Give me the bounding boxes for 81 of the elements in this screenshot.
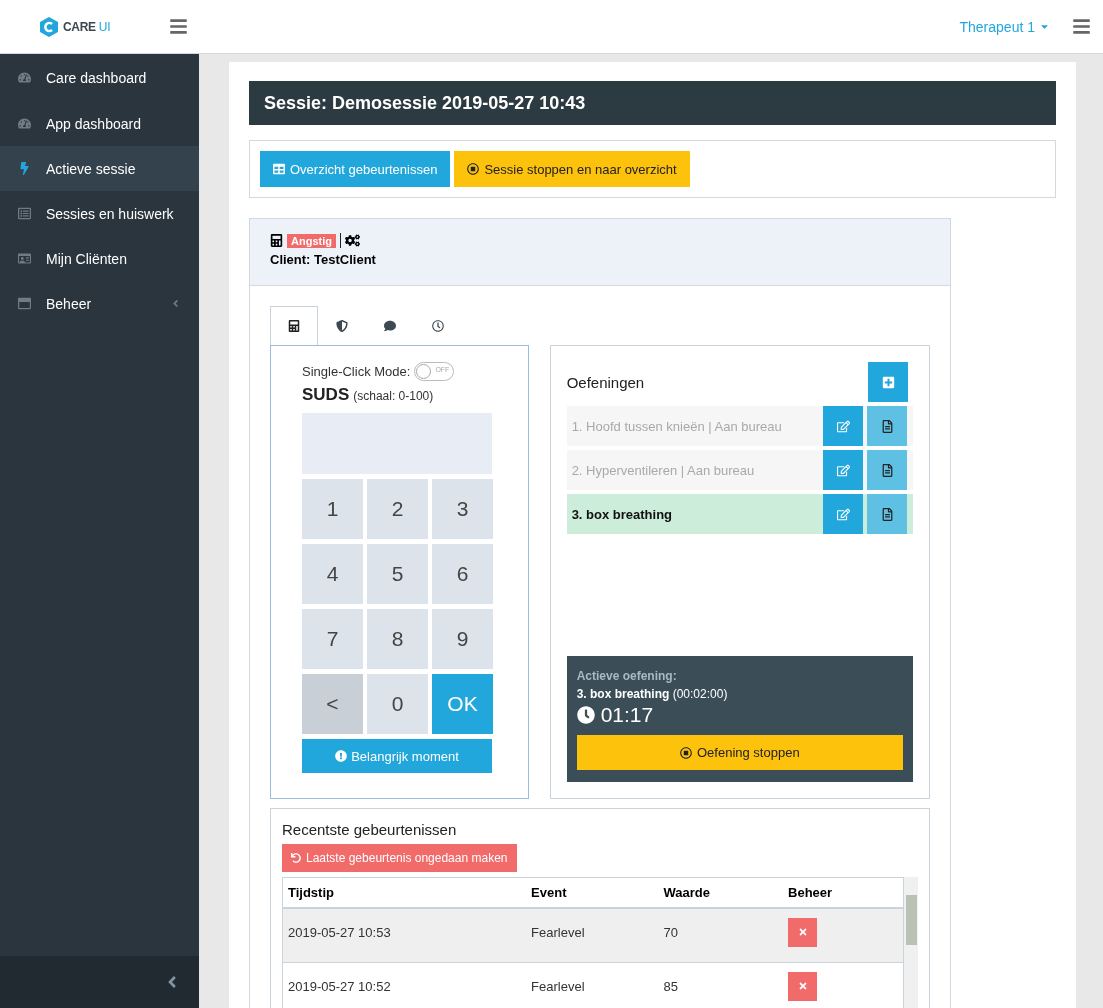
events-title: Recentste gebeurtenissen: [282, 821, 458, 838]
delete-button[interactable]: [788, 917, 818, 947]
column-header: Tijdstip: [282, 877, 527, 908]
sidebar-item[interactable]: Actieve sessie: [0, 146, 199, 191]
document-icon: [880, 507, 894, 521]
comment-icon: [384, 320, 396, 332]
suds-title: SUDS: [302, 385, 350, 405]
input-field[interactable]: [302, 413, 492, 474]
exercises-title: Oefeningen: [566, 373, 645, 391]
status-tag: Angstig: [287, 233, 336, 248]
id-card-icon: [18, 252, 31, 265]
timer: 01:17: [600, 703, 654, 727]
edit-icon: [836, 419, 850, 433]
digit-key[interactable]: 9: [432, 609, 493, 669]
add-button[interactable]: [868, 362, 908, 402]
exclamation-icon: [335, 750, 348, 762]
sidebar-item[interactable]: Beheer: [0, 281, 199, 326]
toggle-label: Single-Click Mode:: [302, 364, 411, 379]
sidebar-item[interactable]: Mijn Cliënten: [0, 236, 199, 281]
stop-session-button[interactable]: Sessie stoppen en naar overzicht: [454, 151, 690, 187]
calculator-icon: [288, 320, 300, 332]
document-icon: [880, 419, 894, 433]
digit-key[interactable]: 8: [367, 609, 428, 669]
table-cell: 2019-05-27 10:53: [282, 907, 527, 962]
table-cell: Fearlevel: [526, 907, 659, 962]
stop-exercise-button[interactable]: Oefening stoppen: [576, 735, 903, 770]
close-icon: [797, 927, 808, 937]
window-icon: [18, 297, 31, 310]
document-icon: [880, 463, 894, 477]
menu-button[interactable]: [169, 17, 188, 36]
digit-key[interactable]: 7: [302, 609, 363, 669]
document-button[interactable]: [867, 406, 907, 446]
table-cell: 70: [658, 907, 784, 962]
sidebar-item[interactable]: Care dashboard: [0, 54, 199, 101]
column-header: Event: [526, 877, 659, 908]
stop-icon: [467, 163, 480, 175]
menu-button[interactable]: [1072, 17, 1091, 36]
delete-button[interactable]: [788, 971, 818, 1001]
document-button[interactable]: [867, 450, 907, 490]
column-header: Waarde: [658, 877, 784, 908]
list-icon: [18, 207, 31, 220]
logo-icon: [40, 16, 58, 37]
shield-icon: [336, 320, 348, 332]
digit-key[interactable]: 3: [432, 479, 493, 539]
document-button[interactable]: [867, 494, 907, 534]
table-cell: 2019-05-27 10:52: [282, 962, 527, 1008]
plus-icon: [881, 375, 895, 389]
dashboard-icon: [18, 117, 31, 130]
sidebar-item[interactable]: App dashboard: [0, 101, 199, 146]
backspace-key[interactable]: <: [302, 674, 363, 734]
scrollbar[interactable]: [904, 877, 918, 1008]
digit-key[interactable]: 5: [367, 544, 428, 604]
calculator-icon: [270, 234, 283, 247]
digit-key[interactable]: 2: [367, 479, 428, 539]
edit-icon: [836, 507, 850, 521]
calculator-tab[interactable]: [270, 306, 318, 345]
suds-scale: (schaal: 0-100): [353, 389, 434, 403]
undo-icon: [291, 853, 301, 863]
active-heading: Actieve oefening:: [576, 669, 678, 683]
client-name: Client: TestClient: [270, 252, 377, 267]
session-title: Sessie: Demosessie 2019-05-27 10:43: [249, 81, 1056, 125]
bolt-icon: [18, 162, 31, 175]
brand-logo: CARE UI: [63, 19, 111, 34]
settings-icon[interactable]: [344, 233, 360, 248]
exercise-row[interactable]: 3. box breathing: [566, 494, 913, 534]
table-icon: [273, 163, 285, 175]
menu-icon: [1072, 17, 1091, 36]
sidebar-item[interactable]: Sessies en huiswerk: [0, 191, 199, 236]
digit-key[interactable]: 6: [432, 544, 493, 604]
clock-icon: [432, 320, 444, 332]
digit-key[interactable]: 1: [302, 479, 363, 539]
exercise-duration: (00:02:00): [672, 687, 728, 701]
digit-key[interactable]: 4: [302, 544, 363, 604]
active-exercise-name: 3. box breathing: [576, 687, 670, 701]
clock-icon: [576, 706, 595, 724]
close-icon: [797, 981, 808, 992]
edit-icon: [836, 463, 850, 477]
digit-key[interactable]: 0: [367, 674, 428, 734]
gauge-icon: [18, 71, 31, 84]
menu-icon: [169, 17, 188, 36]
stop-icon: [680, 746, 692, 759]
